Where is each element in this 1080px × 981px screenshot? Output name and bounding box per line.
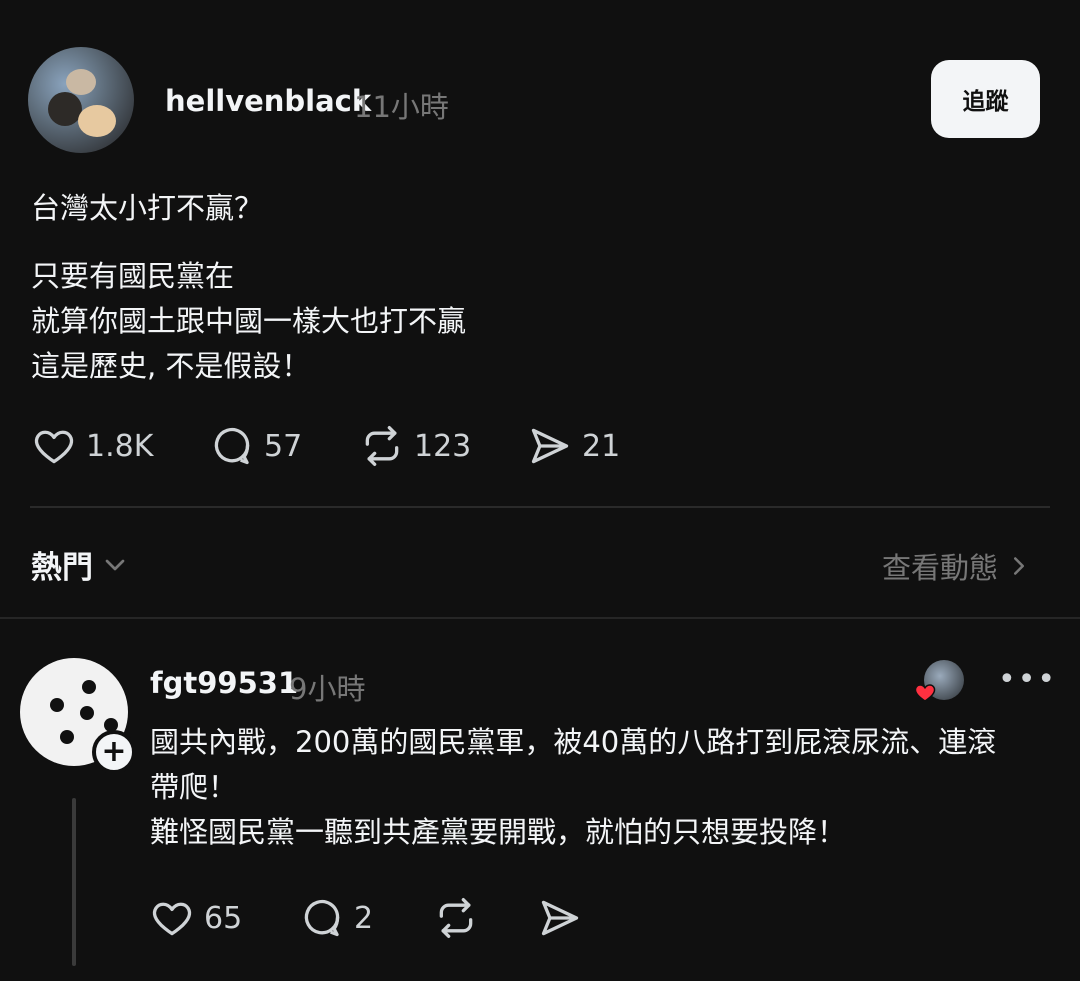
- thread-line: [72, 798, 76, 966]
- reply-username[interactable]: fgt99531: [150, 666, 298, 700]
- post-timestamp: 11小時: [354, 90, 449, 124]
- reply-like-count: 65: [204, 900, 243, 936]
- follow-button[interactable]: 追蹤: [931, 60, 1040, 138]
- section-divider: [0, 617, 1080, 619]
- share-count: 21: [582, 428, 621, 464]
- view-activity-label: 查看動態: [882, 551, 999, 585]
- avatar-photo-cat: [78, 105, 116, 137]
- repost-icon: [365, 426, 399, 466]
- send-icon: [541, 900, 579, 936]
- sort-dropdown[interactable]: 熱門: [31, 542, 131, 587]
- reply-comment-button[interactable]: 2: [300, 896, 373, 940]
- post-text-line: 就算你國土跟中國一樣大也打不贏: [31, 304, 467, 338]
- reply-text-line: 帶爬！: [150, 770, 238, 804]
- send-icon: [531, 428, 569, 464]
- sort-label: 熱門: [31, 550, 93, 586]
- post-text-line: 這是歷史, 不是假設！: [31, 349, 311, 383]
- repost-count: 123: [414, 428, 472, 464]
- comment-bubble-icon: [214, 427, 250, 465]
- follow-plus-icon[interactable]: +: [92, 730, 136, 774]
- comment-count: 57: [264, 428, 303, 464]
- like-count: 1.8K: [86, 428, 154, 464]
- like-button[interactable]: 1.8K: [32, 424, 153, 468]
- reply-timestamp: 9小時: [289, 672, 366, 706]
- avatar-photo-cat: [48, 92, 82, 126]
- author-username[interactable]: hellvenblack: [165, 84, 371, 118]
- reply-text-line: 難怪國民黨一聽到共產黨要開戰，就怕的只想要投降！: [150, 815, 847, 849]
- reply-comment-count: 2: [354, 900, 374, 936]
- heart-icon: [34, 430, 74, 464]
- more-options-icon[interactable]: •••: [998, 662, 1057, 697]
- divider: [30, 506, 1050, 508]
- comment-bubble-icon: [304, 899, 340, 937]
- chevron-right-icon: [1014, 557, 1025, 575]
- heart-icon: [914, 684, 936, 702]
- dice-pip: [60, 730, 74, 744]
- post-text-line: 只要有國民黨在: [31, 259, 235, 293]
- reply-share-button[interactable]: [538, 896, 592, 940]
- dice-pip: [82, 680, 96, 694]
- share-button[interactable]: 21: [528, 424, 620, 468]
- repost-icon: [439, 898, 473, 938]
- author-avatar[interactable]: [28, 47, 134, 153]
- post-text-line: 台灣太小打不贏？: [31, 191, 264, 225]
- view-activity-link[interactable]: 查看動態: [882, 545, 1034, 587]
- dice-pip: [50, 698, 64, 712]
- repost-button[interactable]: 123: [360, 424, 471, 468]
- reply-like-button[interactable]: 65: [150, 896, 242, 940]
- reply-text-line: 國共內戰，200萬的國民黨軍，被40萬的八路打到屁滾尿流、連滾: [150, 725, 997, 759]
- dice-pip: [80, 706, 94, 720]
- reply-repost-button[interactable]: [434, 896, 488, 940]
- comment-button[interactable]: 57: [210, 424, 302, 468]
- heart-icon: [152, 902, 192, 936]
- avatar-photo-cat: [66, 69, 96, 95]
- chevron-down-icon: [105, 559, 125, 570]
